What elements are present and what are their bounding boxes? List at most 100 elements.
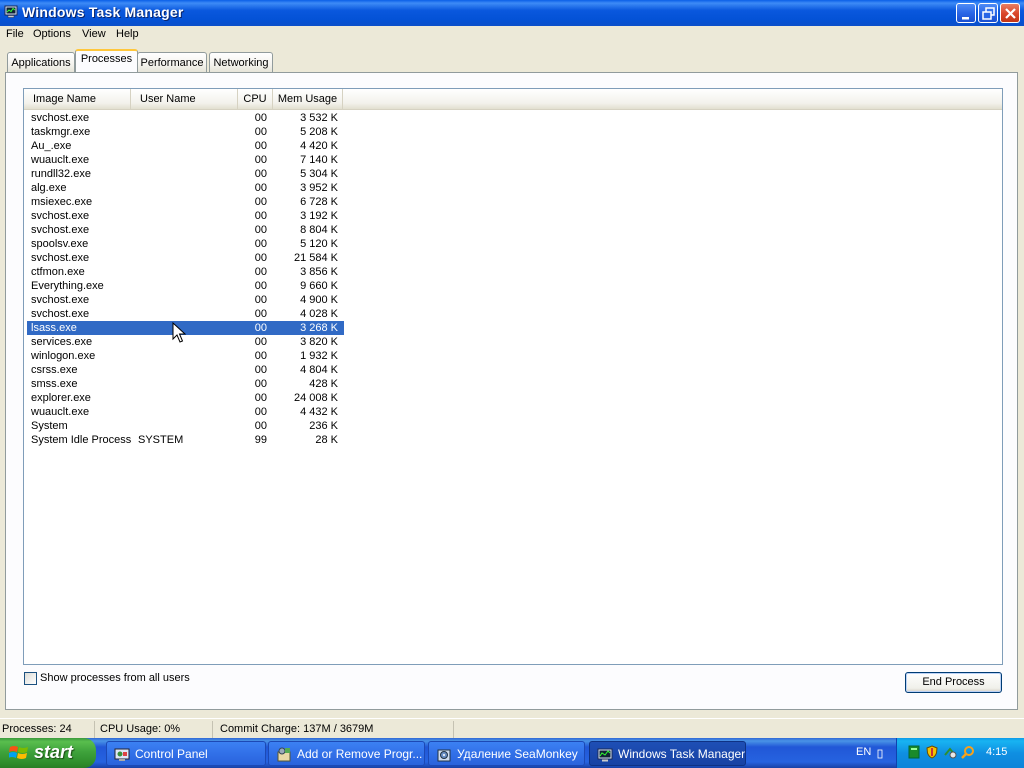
process-cpu: 00 (254, 210, 267, 222)
menu-options[interactable]: Options (33, 28, 71, 40)
process-name: svchost.exe (31, 308, 90, 320)
process-mem: 3 192 K (300, 210, 338, 222)
tab-performance[interactable]: Performance (137, 52, 207, 72)
process-mem: 6 728 K (300, 196, 338, 208)
process-cpu: 00 (254, 112, 267, 124)
tab-applications[interactable]: Applications (7, 52, 75, 72)
process-mem: 21 584 K (293, 252, 338, 264)
process-name: csrss.exe (31, 364, 78, 376)
taskbar-button-control-panel[interactable]: Control Panel (106, 741, 266, 766)
process-cpu: 00 (254, 392, 267, 404)
process-mem: 4 420 K (300, 140, 338, 152)
menu-help[interactable]: Help (116, 28, 139, 40)
process-mem: 8 804 K (300, 224, 338, 236)
network-icon[interactable] (943, 745, 957, 759)
process-row[interactable]: taskmgr.exe 00 5 208 K (27, 125, 344, 139)
process-row[interactable]: wuauclt.exe 00 4 432 K (27, 405, 344, 419)
clock[interactable]: 4:15 (986, 746, 1007, 758)
taskbar-button-add-remove-programs[interactable]: Add or Remove Progr... (268, 741, 425, 766)
process-row[interactable]: msiexec.exe 00 6 728 K (27, 195, 344, 209)
process-mem: 5 208 K (300, 126, 338, 138)
process-row[interactable]: ctfmon.exe 00 3 856 K (27, 265, 344, 279)
system-tray: 4:15 (896, 738, 1024, 768)
process-row[interactable]: svchost.exe 00 8 804 K (27, 223, 344, 237)
status-bar: Processes: 24 CPU Usage: 0% Commit Charg… (0, 718, 1024, 738)
green-app-icon[interactable] (907, 745, 921, 759)
start-button[interactable]: start (0, 738, 96, 768)
process-name: msiexec.exe (31, 196, 93, 208)
title-bar[interactable]: Windows Task Manager (0, 0, 1024, 26)
process-mem: 3 268 K (300, 322, 338, 334)
process-row[interactable]: explorer.exe 00 24 008 K (27, 391, 344, 405)
process-name: spoolsv.exe (31, 238, 89, 250)
minimize-button[interactable] (956, 3, 976, 23)
column-mem-usage[interactable]: Mem Usage (273, 89, 343, 109)
process-row[interactable]: winlogon.exe 00 1 932 K (27, 349, 344, 363)
setup-icon (437, 749, 451, 762)
process-row[interactable]: svchost.exe 00 4 900 K (27, 293, 344, 307)
process-cpu: 00 (254, 308, 267, 320)
menu-file[interactable]: File (6, 28, 24, 40)
process-row[interactable]: csrss.exe 00 4 804 K (27, 363, 344, 377)
process-row[interactable]: svchost.exe 00 3 532 K (27, 111, 344, 125)
process-row[interactable]: Everything.exe 00 9 660 K (27, 279, 344, 293)
end-process-button[interactable]: End Process (905, 672, 1002, 693)
process-row[interactable]: alg.exe 00 3 952 K (27, 181, 344, 195)
close-icon (1005, 8, 1016, 19)
process-row[interactable]: wuauclt.exe 00 7 140 K (27, 153, 344, 167)
process-row[interactable]: rundll32.exe 00 5 304 K (27, 167, 344, 181)
task-label: Windows Task Manager (618, 747, 746, 761)
process-name: ctfmon.exe (31, 266, 85, 278)
show-all-users-label[interactable]: Show processes from all users (40, 672, 190, 684)
process-mem: 3 952 K (300, 182, 338, 194)
process-row[interactable]: spoolsv.exe 00 5 120 K (27, 237, 344, 251)
taskbar-button-task-manager[interactable]: Windows Task Manager (589, 741, 746, 766)
process-mem: 3 856 K (300, 266, 338, 278)
process-cpu: 00 (254, 126, 267, 138)
tab-networking[interactable]: Networking (209, 52, 273, 72)
process-cpu: 00 (254, 406, 267, 418)
process-mem: 9 660 K (300, 280, 338, 292)
close-button[interactable] (1000, 3, 1020, 23)
process-mem: 5 120 K (300, 238, 338, 250)
process-name: svchost.exe (31, 112, 90, 124)
process-name: svchost.exe (31, 294, 90, 306)
process-cpu: 00 (254, 154, 267, 166)
process-list[interactable]: Image Name User Name CPU Mem Usage svcho… (23, 88, 1003, 665)
process-row[interactable]: svchost.exe 00 4 028 K (27, 307, 344, 321)
taskbar-button-seamonkey-uninstall[interactable]: Удаление SeaMonkey (428, 741, 585, 766)
minimize-icon (962, 17, 969, 20)
column-user-name[interactable]: User Name (131, 89, 238, 109)
task-label: Удаление SeaMonkey (457, 747, 578, 761)
process-cpu: 00 (254, 266, 267, 278)
process-cpu: 00 (254, 322, 267, 334)
process-name: wuauclt.exe (31, 154, 90, 166)
column-cpu[interactable]: CPU (238, 89, 273, 109)
process-name: wuauclt.exe (31, 406, 90, 418)
task-label: Control Panel (135, 747, 208, 761)
start-label: start (34, 742, 74, 762)
language-options-icon[interactable] (877, 749, 883, 759)
process-mem: 3 820 K (300, 336, 338, 348)
process-row[interactable]: svchost.exe 00 3 192 K (27, 209, 344, 223)
status-processes: Processes: 24 (0, 721, 95, 738)
tab-processes[interactable]: Processes (75, 49, 138, 72)
menu-view[interactable]: View (82, 28, 106, 40)
status-cpu-usage: CPU Usage: 0% (98, 721, 213, 738)
security-shield-icon[interactable] (925, 745, 939, 759)
process-cpu: 00 (254, 252, 267, 264)
language-indicator[interactable]: EN (856, 746, 871, 758)
restore-button[interactable] (978, 3, 998, 23)
process-user: SYSTEM (138, 434, 184, 446)
process-row[interactable]: System Idle Process SYSTEM 99 28 K (27, 433, 344, 447)
process-row[interactable]: smss.exe 00 428 K (27, 377, 344, 391)
process-cpu: 00 (254, 280, 267, 292)
process-mem: 24 008 K (293, 392, 338, 404)
process-row[interactable]: Au_.exe 00 4 420 K (27, 139, 344, 153)
column-image-name[interactable]: Image Name (24, 89, 131, 109)
process-row[interactable]: svchost.exe 00 21 584 K (27, 251, 344, 265)
process-row[interactable]: System 00 236 K (27, 419, 344, 433)
process-cpu: 99 (254, 434, 267, 446)
search-icon[interactable] (961, 745, 975, 759)
show-all-users-checkbox[interactable] (24, 672, 37, 685)
